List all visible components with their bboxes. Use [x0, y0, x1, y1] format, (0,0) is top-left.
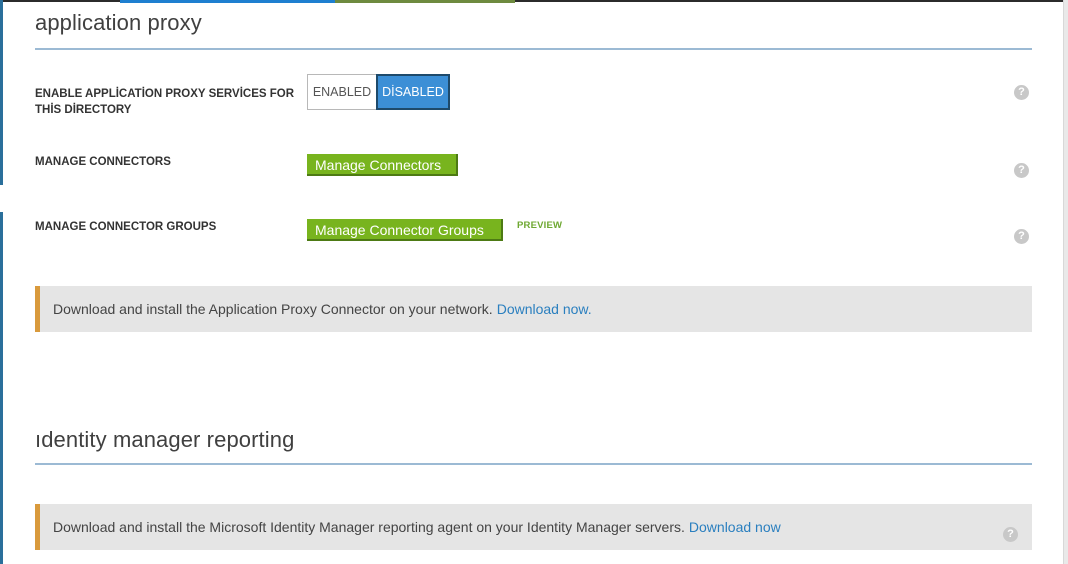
toggle-enabled-option[interactable]: ENABLED: [308, 75, 376, 109]
banner-text: Download and install the Microsoft Ident…: [53, 519, 685, 535]
toggle-disabled-option[interactable]: DİSABLED: [376, 74, 450, 110]
section-divider: [35, 463, 1032, 465]
enable-proxy-toggle[interactable]: ENABLED DİSABLED: [307, 74, 450, 110]
manage-connectors-label: MANAGE CONNECTORS: [35, 156, 171, 168]
manage-connectors-button[interactable]: Manage Connectors: [307, 154, 458, 176]
portal-page: application proxy ENABLE APPLİCATİON PRO…: [0, 0, 1068, 564]
help-icon[interactable]: ?: [1014, 163, 1029, 178]
enable-proxy-label: ENABLE APPLİCATİON PROXY SERVİCES FOR TH…: [35, 88, 295, 116]
vertical-scrollbar[interactable]: [1063, 0, 1068, 564]
identity-manager-download-banner: Download and install the Microsoft Ident…: [35, 504, 1032, 550]
connector-download-banner: Download and install the Application Pro…: [35, 286, 1032, 332]
download-now-link[interactable]: Download now: [689, 519, 781, 535]
help-icon[interactable]: ?: [1014, 229, 1029, 244]
preview-badge: PREVIEW: [517, 220, 563, 231]
tab-indicator-secondary: [335, 0, 515, 3]
download-now-link[interactable]: Download now.: [497, 301, 592, 317]
active-tab-indicator: [120, 0, 335, 3]
left-accent-bar-lower: [0, 212, 3, 564]
manage-connector-groups-label: MANAGE CONNECTOR GROUPS: [35, 221, 217, 233]
help-icon[interactable]: ?: [1014, 85, 1029, 100]
section-title-application-proxy: application proxy: [35, 10, 202, 35]
left-accent-bar: [0, 0, 3, 185]
manage-connector-groups-button[interactable]: Manage Connector Groups: [307, 219, 503, 241]
banner-text: Download and install the Application Pro…: [53, 301, 493, 317]
section-title-identity-manager-reporting: ıdentity manager reporting: [35, 427, 295, 452]
section-divider: [35, 48, 1032, 50]
help-icon[interactable]: ?: [1003, 527, 1018, 542]
